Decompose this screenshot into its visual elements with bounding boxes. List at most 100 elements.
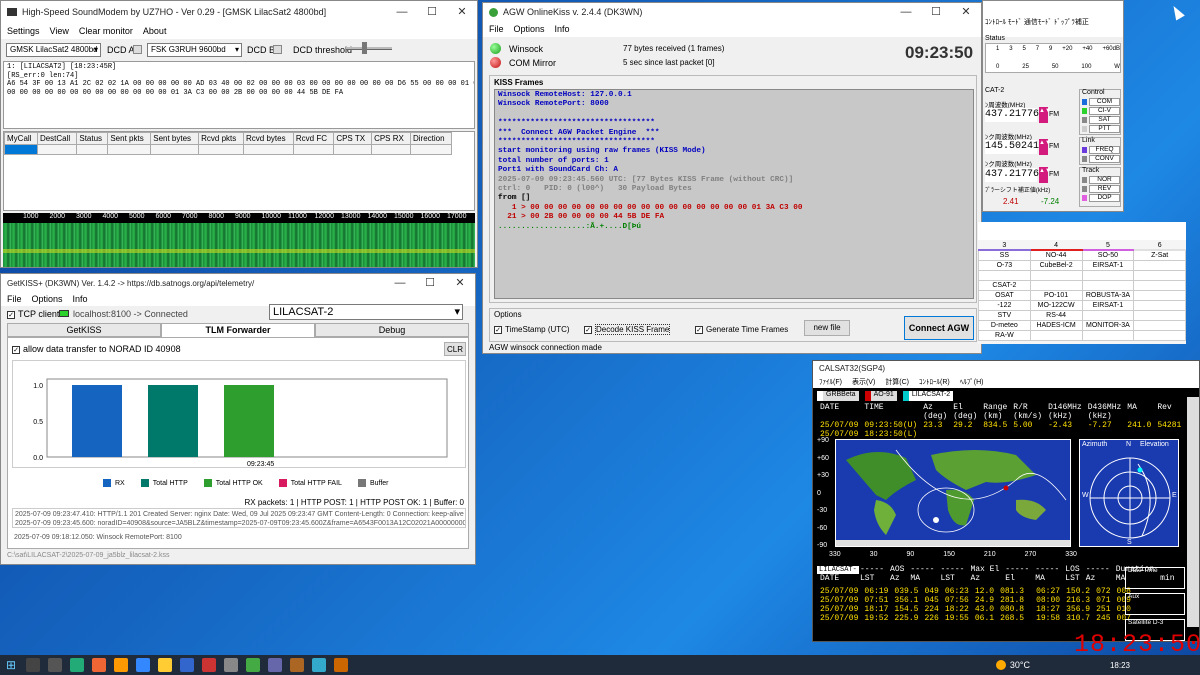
sat-cell[interactable] [1133,329,1186,341]
sat-cell[interactable] [1133,289,1186,301]
allow-transfer-checkbox[interactable]: ✓ allow data transfer to NORAD ID 40908 [12,344,181,354]
sat-cell[interactable]: STV [978,309,1031,321]
close-icon[interactable]: ✕ [445,274,475,292]
sat-cell[interactable]: EIRSAT-1 [1081,259,1135,271]
menu-file[interactable]: File [7,294,22,304]
sat-tab[interactable]: GRBBeta [817,391,859,401]
sat-cell[interactable]: EIRSAT-1 [1081,299,1135,311]
calsat-menu-item[interactable]: 計算(C) [885,377,909,387]
app-icon[interactable] [268,658,283,672]
rig-sat-button[interactable]: SAT [1082,116,1120,124]
calsat-menu-item[interactable]: ﾍﾙﾌﾟ(H) [960,377,984,387]
rig-freq-button[interactable]: FREQ [1082,146,1120,154]
menu-settings[interactable]: Settings [7,26,40,36]
menu-view[interactable]: View [50,26,69,36]
sat-cell[interactable]: CSAT-2 [978,279,1031,291]
app-icon[interactable] [158,658,173,672]
menu-options[interactable]: Options [514,24,545,34]
dcd-threshold-slider[interactable] [346,42,392,54]
start-icon[interactable]: ⊞ [6,658,16,672]
menu-clear-monitor[interactable]: Clear monitor [79,26,133,36]
sat-cell[interactable] [1029,269,1083,281]
sat-cell[interactable]: ROBUSTA-3A [1081,289,1135,301]
timestamp-checkbox[interactable]: ✓ TimeStamp (UTC) [494,325,570,334]
sat-cell[interactable]: RA-W [978,329,1031,341]
sat-cell[interactable]: OSAT [978,289,1031,301]
rig-rev-button[interactable]: REV [1082,185,1120,193]
close-icon[interactable]: ✕ [951,3,981,21]
sat-cell[interactable]: MO-122CW [1029,299,1083,311]
sat-cell[interactable]: -122 [978,299,1031,311]
sat-cell[interactable]: CubeBel-2 [1029,259,1083,271]
app-icon[interactable] [136,658,151,672]
taskview-icon[interactable] [48,658,63,672]
menu-file[interactable]: File [489,24,504,34]
sat-cell[interactable]: MONITOR-3A [1081,319,1135,331]
sat-cell[interactable]: NO-44 [1029,249,1083,261]
sat-cell[interactable] [1029,279,1083,291]
app-icon[interactable] [92,658,107,672]
calsat-menu-item[interactable]: 表示(V) [852,377,875,387]
menu-info[interactable]: Info [555,24,570,34]
satellite-select[interactable]: LILACSAT-2 [269,304,463,320]
modem-b-select[interactable]: FSK G3RUH 9600bd [147,43,242,57]
sat-cell[interactable]: RS-44 [1029,309,1083,321]
app-icon[interactable] [70,658,85,672]
app-icon[interactable] [180,658,195,672]
tab-debug[interactable]: Debug [315,323,469,337]
updown-arrows-icon[interactable]: ▲▼ [1039,139,1051,155]
app-icon[interactable] [202,658,217,672]
sat-cell[interactable] [1081,329,1135,341]
rig-ci-v-button[interactable]: CI-V [1082,107,1120,115]
new-file-button[interactable]: new file [804,320,850,336]
sat-cell[interactable] [1029,329,1083,341]
app-icon[interactable] [290,658,305,672]
app-icon[interactable] [224,658,239,672]
modem-a-select[interactable]: GMSK LilacSat2 4800bd [6,43,101,57]
sat-cell[interactable] [1133,269,1186,281]
app-icon[interactable] [312,658,327,672]
generate-checkbox[interactable]: ✓ Generate Time Frames [695,325,788,334]
tab-tlm-forwarder[interactable]: TLM Forwarder [161,323,315,337]
sat-cell[interactable] [1081,309,1135,321]
app-icon[interactable] [334,658,349,672]
app-icon[interactable] [246,658,261,672]
close-icon[interactable]: ✕ [447,1,477,23]
search-icon[interactable] [26,658,41,672]
sat-cell[interactable]: Z-Sat [1133,249,1186,261]
sat-cell[interactable]: SO-50 [1081,249,1135,261]
sat-tab[interactable]: AO-91 [864,391,897,401]
rig-conv-button[interactable]: CONV [1082,155,1120,163]
clr-button[interactable]: CLR [444,342,466,356]
sat-cell[interactable]: D-meteo [978,319,1031,331]
connect-agw-button[interactable]: Connect AGW [904,316,974,340]
taskbar-clock[interactable]: 18:23 [1110,661,1130,670]
sat-cell[interactable] [978,269,1031,281]
updown-arrows-icon[interactable]: ▲▼ [1039,167,1051,183]
maximize-icon[interactable]: ☐ [417,1,447,23]
sat-cell[interactable] [1081,269,1135,281]
sat-cell[interactable] [1133,309,1186,321]
maximize-icon[interactable]: ☐ [415,274,445,292]
sat-cell[interactable] [1133,279,1186,291]
rig-ptt-button[interactable]: PTT [1082,125,1120,133]
weather-icon[interactable] [995,660,1006,670]
menu-info[interactable]: Info [73,294,88,304]
maximize-icon[interactable]: ☐ [921,3,951,21]
sat-cell[interactable] [1081,279,1135,291]
sat-cell[interactable] [1133,299,1186,311]
tcp-client-checkbox[interactable]: ✓ TCP client [7,309,59,319]
menu-about[interactable]: About [143,26,167,36]
rig-dop-button[interactable]: DOP [1082,194,1120,202]
sat-cell[interactable]: HADES-ICM [1029,319,1083,331]
minimize-icon[interactable]: — [387,1,417,23]
calsat-menu-item[interactable]: ｺﾝﾄﾛｰﾙ(R) [919,377,950,387]
rig-nor-button[interactable]: NOR [1082,176,1120,184]
app-icon[interactable] [114,658,129,672]
sat-cell[interactable] [1133,319,1186,331]
tab-getkiss[interactable]: GetKISS [7,323,161,337]
decode-checkbox[interactable]: ✓ Decode KISS Frame [584,324,671,335]
minimize-icon[interactable]: — [891,3,921,21]
sat-cell[interactable]: PO-101 [1029,289,1083,301]
sat-cell[interactable] [1133,259,1186,271]
